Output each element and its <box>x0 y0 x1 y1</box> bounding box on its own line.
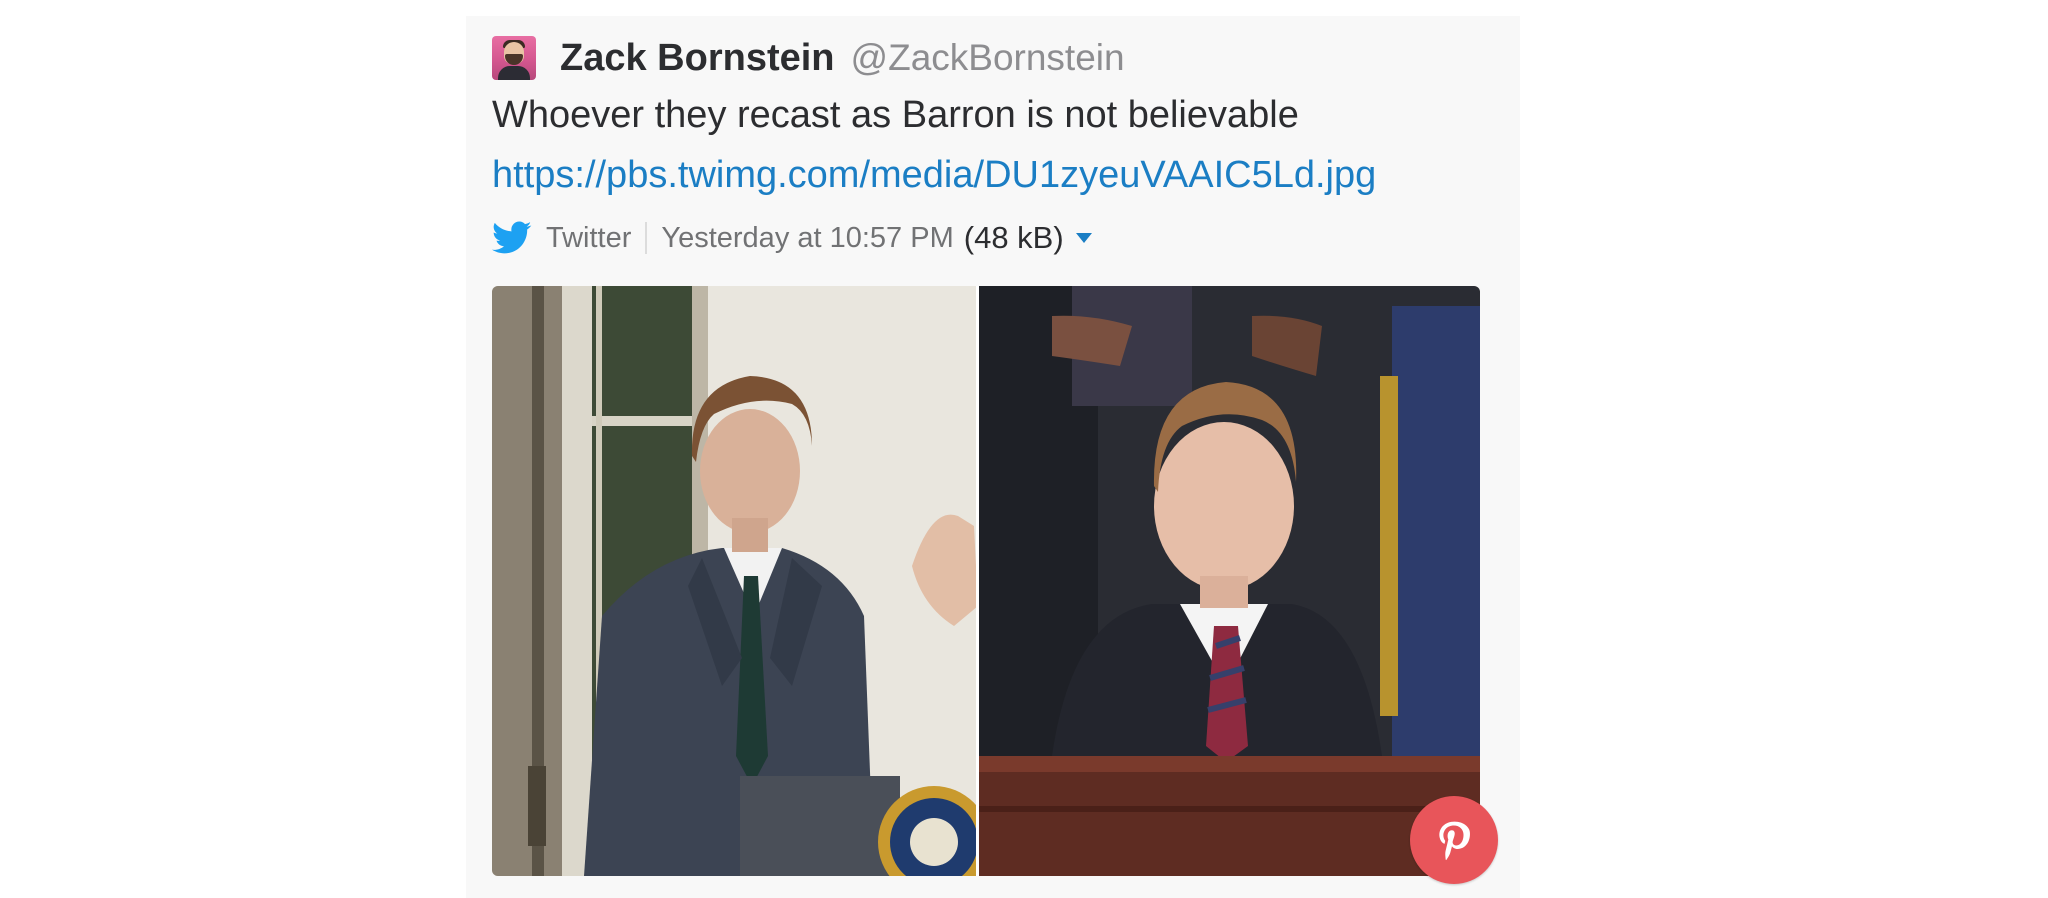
source-label[interactable]: Twitter <box>546 222 631 255</box>
image-preview <box>492 286 1480 876</box>
caret-down-icon[interactable] <box>1075 233 1092 243</box>
attached-image[interactable] <box>492 286 1480 876</box>
meta-divider <box>645 222 648 254</box>
media-link[interactable]: https://pbs.twimg.com/media/DU1zyeuVAAIC… <box>492 154 1376 197</box>
right-photo <box>978 286 1480 876</box>
left-photo <box>492 286 990 876</box>
tweet-text: Whoever they recast as Barron is not bel… <box>492 94 1299 136</box>
author-handle[interactable]: @ZackBornstein <box>851 37 1125 79</box>
twitter-bird-icon <box>492 221 532 254</box>
author-name[interactable]: Zack Bornstein <box>560 37 835 80</box>
tweet-header: Zack Bornstein @ZackBornstein <box>492 34 1125 82</box>
tweet-card: Zack Bornstein @ZackBornstein Whoever th… <box>466 16 1520 898</box>
pinterest-icon <box>1439 821 1470 861</box>
file-size: (48 kB) <box>963 220 1064 255</box>
timestamp[interactable]: Yesterday at 10:57 PM <box>661 222 953 255</box>
pinterest-button[interactable] <box>1410 796 1498 884</box>
author-avatar[interactable] <box>492 36 536 80</box>
attachment-meta: Twitter Yesterday at 10:57 PM (48 kB) <box>492 216 1092 260</box>
